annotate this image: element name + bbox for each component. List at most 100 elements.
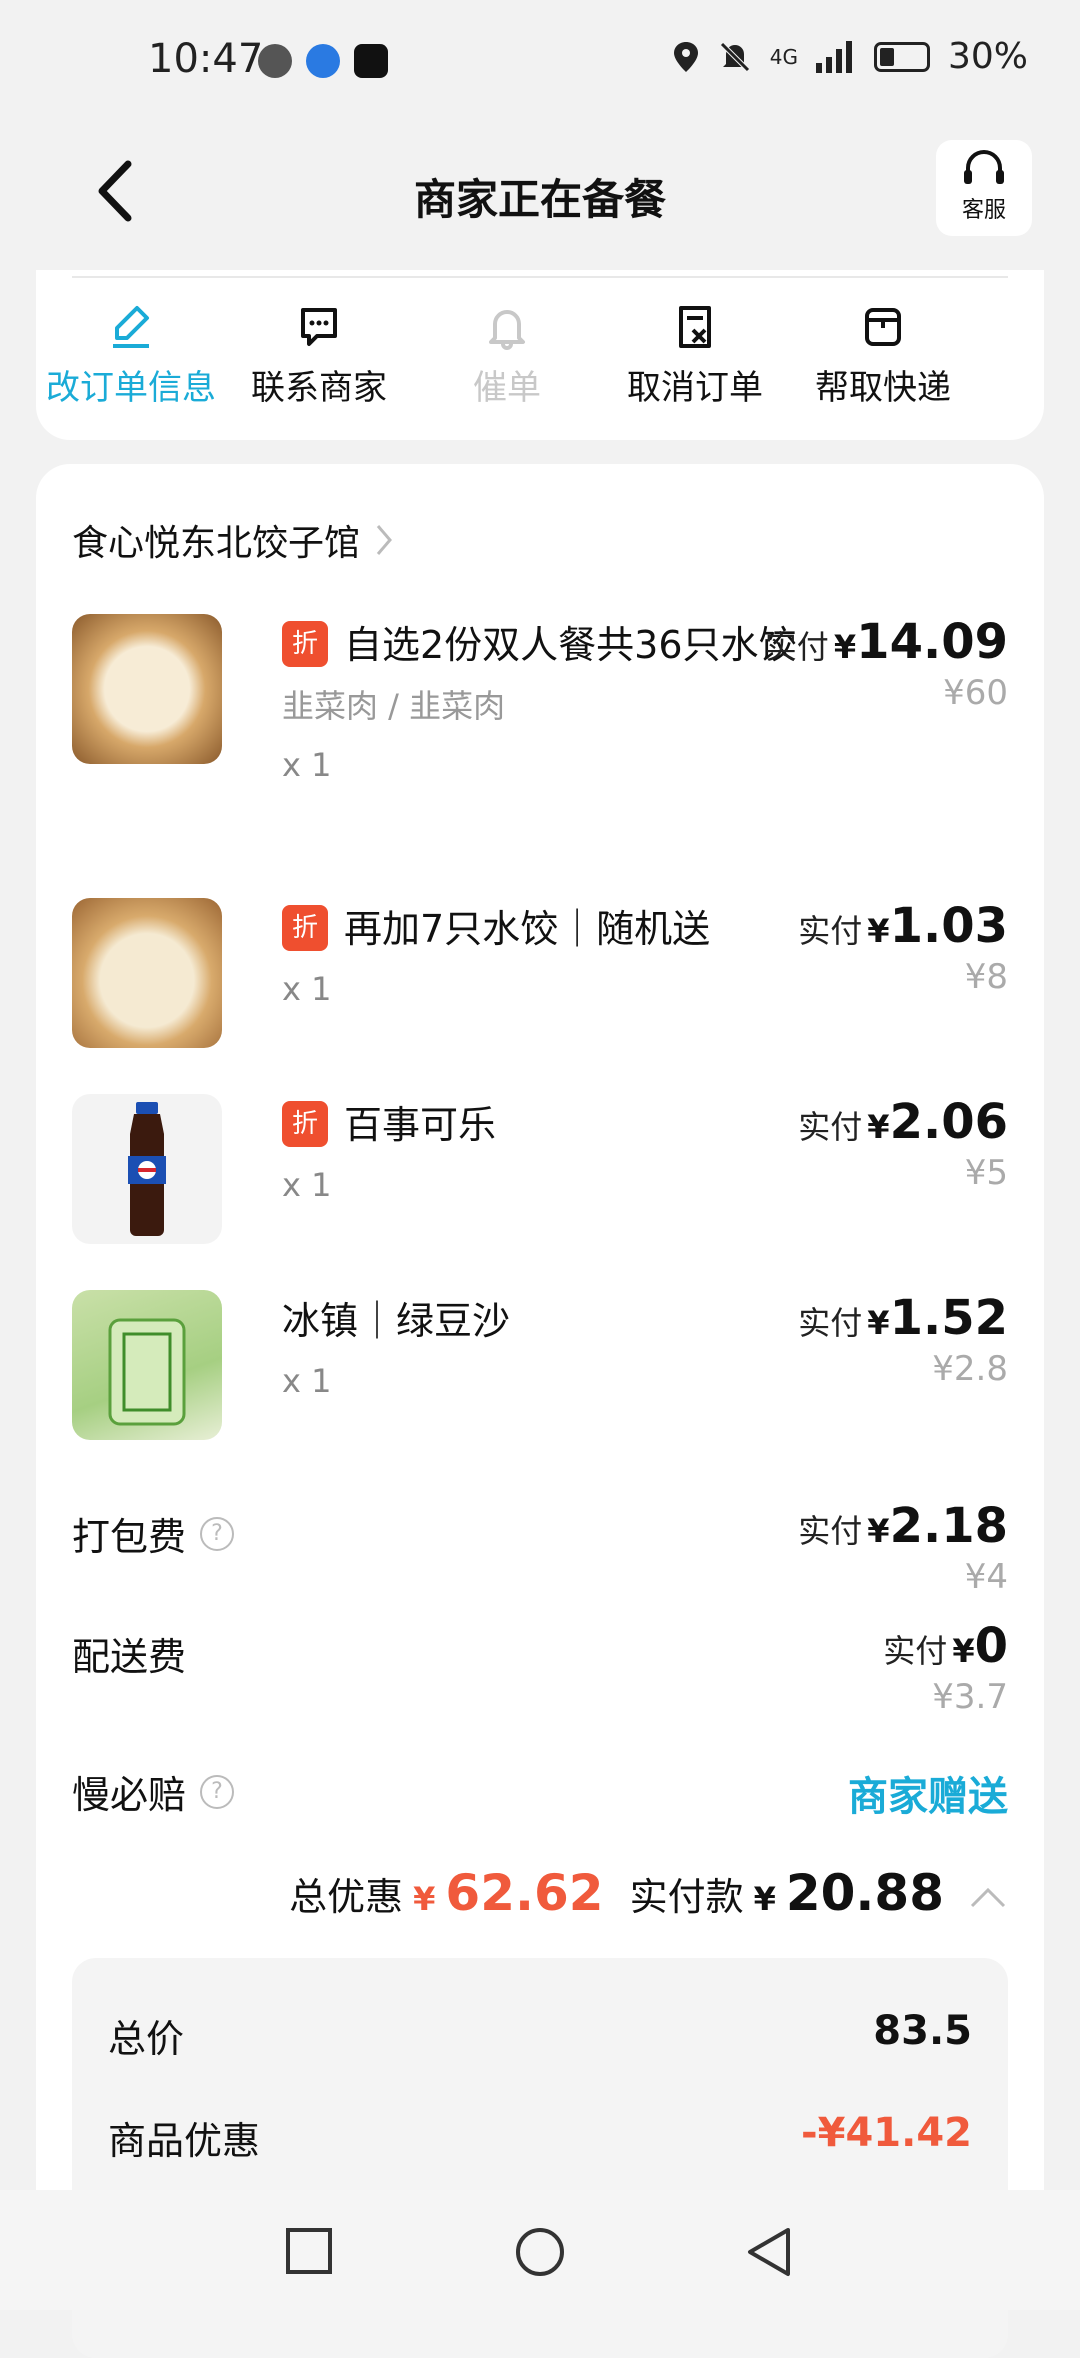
- pay-label: 实付: [798, 1108, 863, 1146]
- pay-label: 实付: [883, 1632, 948, 1670]
- order-summary[interactable]: 总优惠 ¥ 62.62 实付款 ¥ 20.88: [289, 1864, 1008, 1922]
- original-price: ¥4: [964, 1557, 1008, 1597]
- breakdown-label: 总价: [108, 2017, 185, 2061]
- original-price: ¥2.8: [932, 1349, 1008, 1389]
- item-image: [72, 1290, 222, 1440]
- paid-currency: ¥: [753, 1880, 776, 1918]
- recent-apps-icon[interactable]: [284, 2226, 334, 2276]
- item-price: 实付 ¥1.52 ¥2.8: [798, 1290, 1008, 1392]
- item-name: 冰镇｜绿豆沙: [282, 1299, 511, 1343]
- pay-label: 实付: [798, 1304, 863, 1342]
- breakdown-row: 商品优惠 -¥41.42: [108, 2110, 972, 2165]
- action-cancel-order[interactable]: 取消订单: [600, 304, 790, 409]
- status-right: 4G 30%: [672, 36, 1028, 77]
- pay-amount: 14.09: [856, 614, 1008, 670]
- delivery-fee-row: 配送费 实付 ¥0 ¥3.7: [72, 1618, 1008, 1718]
- order-item[interactable]: 折再加7只水饺｜随机送 x 1 实付 ¥1.03 ¥8: [72, 898, 1008, 1048]
- currency: ¥: [867, 912, 890, 950]
- discount-badge: 折: [282, 904, 328, 951]
- tiktok-icon: [354, 44, 388, 78]
- status-bar: 10:47 4G 30%: [0, 0, 1080, 120]
- battery-icon: [873, 41, 930, 72]
- chevron-right-icon: [376, 525, 392, 555]
- mute-icon: [719, 41, 750, 72]
- home-icon[interactable]: [514, 2226, 566, 2278]
- pay-label: 实付: [764, 628, 829, 666]
- slow-compensation-label: 慢必赔: [72, 1773, 187, 1817]
- item-name: 自选2份双人餐共36只水饺: [344, 623, 797, 667]
- mung-bean-drink-icon: [108, 1318, 186, 1426]
- item-spec: 韭菜肉 / 韭菜肉: [282, 687, 506, 725]
- chevron-up-icon[interactable]: [968, 1886, 1008, 1910]
- cola-bottle-icon: [128, 1102, 166, 1236]
- shop-link[interactable]: 食心悦东北饺子馆: [72, 514, 394, 566]
- pay-label: 实付: [798, 1512, 863, 1550]
- package-icon: [865, 308, 901, 346]
- order-card: 食心悦东北饺子馆 折自选2份双人餐共36只水饺 韭菜肉 / 韭菜肉 x 1 实付…: [36, 464, 1044, 2358]
- action-label: 改订单信息: [46, 368, 216, 408]
- breakdown-value: -¥41.42: [801, 2110, 972, 2156]
- action-label: 帮取快递: [815, 368, 951, 408]
- item-name: 百事可乐: [344, 1103, 497, 1147]
- pencil-icon: [113, 306, 149, 348]
- header: 商家正在备餐 客服: [0, 130, 1080, 250]
- pay-amount: 2.18: [889, 1498, 1008, 1554]
- headset-icon: [964, 150, 1004, 184]
- merchant-gift: 商家赠送: [848, 1774, 1008, 1820]
- currency: ¥: [867, 1512, 890, 1550]
- discount-badge: 折: [282, 620, 328, 667]
- system-nav-bar: [0, 2190, 1080, 2310]
- item-name: 再加7只水饺｜随机送: [344, 907, 711, 951]
- original-price: ¥3.7: [932, 1677, 1008, 1717]
- breakdown-label: 商品优惠: [108, 2119, 261, 2163]
- paid-amount: 20.88: [785, 1864, 944, 1922]
- original-price: ¥8: [964, 957, 1008, 997]
- order-item[interactable]: 冰镇｜绿豆沙 x 1 实付 ¥1.52 ¥2.8: [72, 1290, 1008, 1440]
- chat-icon: [301, 308, 337, 346]
- action-urge-order[interactable]: 催单: [412, 304, 602, 409]
- customer-service-label: 客服: [961, 198, 1006, 223]
- page-title: 商家正在备餐: [413, 175, 666, 224]
- packing-fee-label: 打包费: [72, 1515, 187, 1559]
- action-label: 取消订单: [627, 368, 763, 408]
- currency: ¥: [952, 1632, 975, 1670]
- pay-amount: 1.03: [889, 898, 1008, 954]
- order-item[interactable]: 折自选2份双人餐共36只水饺 韭菜肉 / 韭菜肉 x 1 实付 ¥14.09 ¥…: [72, 614, 1008, 854]
- bell-icon: [489, 310, 525, 350]
- status-time: 10:47: [148, 36, 264, 82]
- item-image: [72, 898, 222, 1048]
- item-image: [72, 614, 222, 764]
- item-price: 实付 ¥2.06 ¥5: [798, 1094, 1008, 1196]
- signal-icon: [815, 40, 852, 73]
- pay-label: 实付: [798, 912, 863, 950]
- item-info: 折再加7只水饺｜随机送 x 1: [282, 898, 802, 1018]
- order-item[interactable]: 折百事可乐 x 1 实付 ¥2.06 ¥5: [72, 1094, 1008, 1244]
- help-icon[interactable]: ?: [200, 1774, 235, 1809]
- network-type: 4G: [769, 44, 798, 69]
- browser-icon: [306, 44, 340, 78]
- status-app-icons: [258, 44, 388, 78]
- currency: ¥: [867, 1304, 890, 1342]
- action-contact-merchant[interactable]: 联系商家: [224, 304, 414, 409]
- help-icon[interactable]: ?: [200, 1516, 235, 1551]
- action-edit-order[interactable]: 改订单信息: [36, 304, 226, 409]
- total-discount-label: 总优惠: [289, 1875, 404, 1919]
- delivery-fee-price: 实付 ¥0 ¥3.7: [883, 1618, 1008, 1720]
- location-icon: [673, 41, 698, 72]
- order-actions: 改订单信息 联系商家 催单 取消订单 帮取快递: [36, 270, 1044, 440]
- item-price: 实付 ¥1.03 ¥8: [798, 898, 1008, 1000]
- item-info: 冰镇｜绿豆沙 x 1: [282, 1290, 802, 1410]
- back-nav-icon[interactable]: [744, 2226, 794, 2278]
- item-qty: x 1: [282, 746, 332, 784]
- packing-fee-row: 打包费 ? 实付 ¥2.18 ¥4: [72, 1498, 1008, 1598]
- item-qty: x 1: [282, 970, 332, 1008]
- total-discount: 62.62: [445, 1864, 604, 1922]
- paid-label: 实付款: [629, 1875, 744, 1919]
- action-pickup-express[interactable]: 帮取快递: [788, 304, 978, 409]
- discount-badge: 折: [282, 1100, 328, 1147]
- customer-service-button[interactable]: 客服: [936, 140, 1032, 236]
- delivery-fee-label: 配送费: [72, 1635, 187, 1679]
- packing-fee-price: 实付 ¥2.18 ¥4: [798, 1498, 1008, 1600]
- original-price: ¥5: [964, 1153, 1008, 1193]
- item-info: 折百事可乐 x 1: [282, 1094, 802, 1214]
